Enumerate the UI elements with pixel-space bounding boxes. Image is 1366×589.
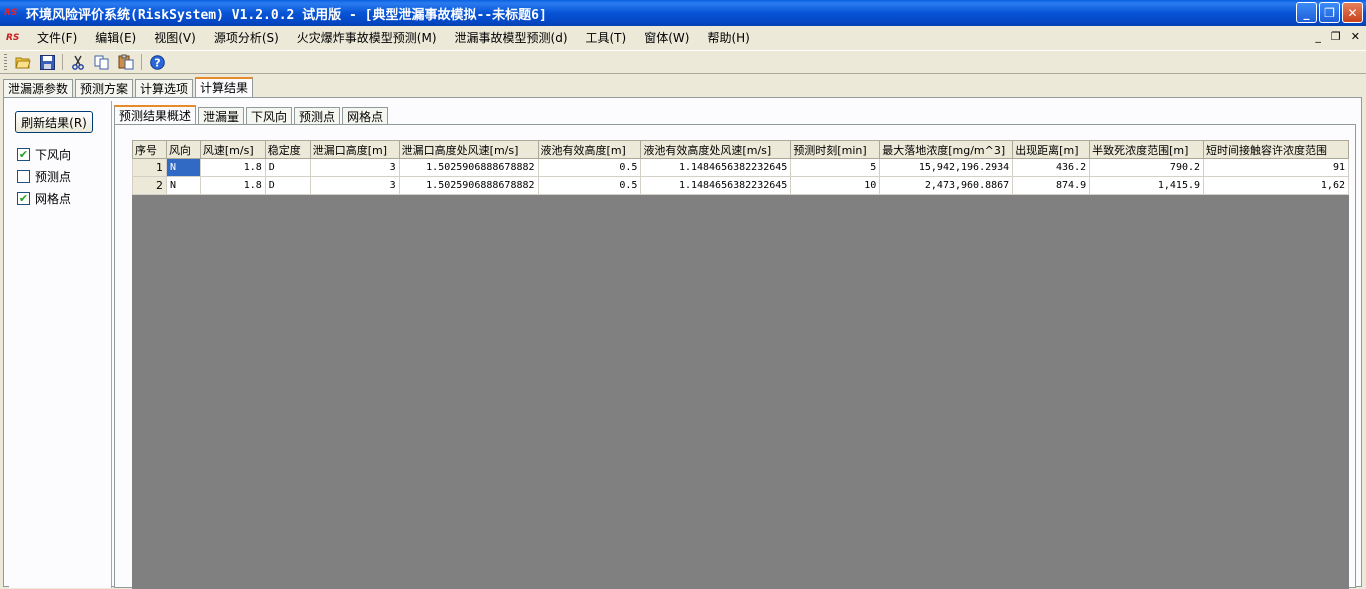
col-header[interactable]: 最大落地浓度[mg/m^3] [879, 140, 1014, 159]
tab-prediction-scheme[interactable]: 预测方案 [75, 79, 134, 98]
mdi-close-button[interactable]: ✕ [1351, 30, 1360, 43]
menu-source-analysis[interactable]: 源项分析(S) [205, 26, 288, 50]
menu-edit[interactable]: 编辑(E) [86, 26, 145, 50]
mdi-minimize-button[interactable]: _ [1315, 30, 1321, 43]
cell-stel-range[interactable]: 91 [1203, 158, 1349, 177]
toolbar-separator [141, 54, 142, 70]
col-header[interactable]: 稳定度 [264, 140, 311, 159]
svg-text:?: ? [154, 56, 160, 69]
col-header[interactable]: 出现距离[m] [1012, 140, 1091, 159]
table-row[interactable]: 2 N 1.8 D 3 1.5025906888678882 0.5 1.148… [132, 176, 1349, 195]
outer-tab-strip: 泄漏源参数 预测方案 计算选项 计算结果 [3, 77, 255, 98]
cell-stability[interactable]: D [264, 176, 311, 195]
col-header[interactable]: 预测时刻[min] [790, 140, 881, 159]
menu-bar: RS 文件(F) 编辑(E) 视图(V) 源项分析(S) 火灾爆炸事故模型预测(… [0, 26, 1366, 50]
col-header[interactable]: 液池有效高度处风速[m/s] [640, 140, 792, 159]
cell-stel-range[interactable]: 1,62 [1203, 176, 1349, 195]
toolbar-separator [62, 54, 63, 70]
cell-pool-height-wind[interactable]: 1.1484656382232645 [640, 158, 792, 177]
col-header[interactable]: 泄漏口高度处风速[m/s] [398, 140, 539, 159]
results-table: 序号 风向 风速[m/s] 稳定度 泄漏口高度[m] 泄漏口高度处风速[m/s]… [132, 140, 1349, 195]
cell-prediction-time[interactable]: 5 [790, 158, 881, 177]
tab-results-overview[interactable]: 预测结果概述 [114, 105, 197, 126]
col-header[interactable]: 短时间接触容许浓度范围 [1203, 140, 1349, 159]
menu-help[interactable]: 帮助(H) [698, 26, 758, 50]
cell-wind-speed[interactable]: 1.8 [199, 176, 266, 195]
cell-leak-height[interactable]: 3 [309, 158, 400, 177]
cell-stability[interactable]: D [264, 158, 311, 177]
app-logo-icon: RS [4, 8, 18, 18]
paste-icon[interactable] [117, 53, 135, 71]
cell-max-concentration[interactable]: 15,942,196.2934 [879, 158, 1014, 177]
toolbar: ? [0, 50, 1366, 74]
results-panel: 刷新结果(R) ✔ 下风向 预测点 ✔ 网格点 预测结果概述 泄漏量 下风向 预… [3, 97, 1362, 589]
cell-distance[interactable]: 874.9 [1012, 176, 1091, 195]
cell-lc50-range[interactable]: 1,415.9 [1089, 176, 1205, 195]
open-folder-icon[interactable] [14, 53, 32, 71]
col-header[interactable]: 风向 [165, 140, 201, 159]
col-header[interactable]: 液池有效高度[m] [537, 140, 642, 159]
cell-pool-height-wind[interactable]: 1.1484656382232645 [640, 176, 792, 195]
cell-pool-height[interactable]: 0.5 [537, 176, 642, 195]
checkbox-prediction-point-row[interactable]: 预测点 [17, 168, 71, 185]
menu-window[interactable]: 窗体(W) [635, 26, 698, 50]
restore-button[interactable]: ❐ [1319, 2, 1340, 23]
checkbox-prediction-point[interactable] [17, 170, 30, 183]
checkbox-grid-point-row[interactable]: ✔ 网格点 [17, 190, 71, 207]
cell-pool-height[interactable]: 0.5 [537, 158, 642, 177]
menu-file[interactable]: 文件(F) [28, 26, 86, 50]
menu-view[interactable]: 视图(V) [145, 26, 205, 50]
menu-tools[interactable]: 工具(T) [577, 26, 636, 50]
tab-calc-options[interactable]: 计算选项 [135, 79, 194, 98]
checkbox-grid-point[interactable]: ✔ [17, 192, 30, 205]
cell-max-concentration[interactable]: 2,473,960.8867 [879, 176, 1014, 195]
save-icon[interactable] [38, 53, 56, 71]
overview-panel: 序号 风向 风速[m/s] 稳定度 泄漏口高度[m] 泄漏口高度处风速[m/s]… [114, 124, 1356, 589]
tab-calc-results[interactable]: 计算结果 [195, 77, 254, 98]
toolbar-grip[interactable] [4, 54, 7, 70]
cell-wind-direction[interactable]: N [165, 176, 201, 195]
col-header[interactable]: 泄漏口高度[m] [309, 140, 400, 159]
col-header[interactable]: 风速[m/s] [199, 140, 266, 159]
menu-leak-prediction[interactable]: 泄漏事故模型预测(d) [446, 26, 577, 50]
checkbox-downwind-row[interactable]: ✔ 下风向 [17, 146, 71, 163]
help-icon[interactable]: ? [148, 53, 166, 71]
row-number[interactable]: 1 [132, 158, 167, 177]
col-header[interactable]: 序号 [132, 140, 167, 159]
cell-distance[interactable]: 436.2 [1012, 158, 1091, 177]
cut-icon[interactable] [69, 53, 87, 71]
minimize-button[interactable]: _ [1296, 2, 1317, 23]
tab-leak-source-params[interactable]: 泄漏源参数 [3, 79, 74, 98]
checkbox-grid-point-label: 网格点 [35, 192, 72, 206]
cell-wind-speed[interactable]: 1.8 [199, 158, 266, 177]
cell-leak-height[interactable]: 3 [309, 176, 400, 195]
row-number[interactable]: 2 [132, 176, 167, 195]
results-grid[interactable]: 序号 风向 风速[m/s] 稳定度 泄漏口高度[m] 泄漏口高度处风速[m/s]… [132, 140, 1349, 589]
checkbox-prediction-point-label: 预测点 [35, 170, 72, 184]
mdi-doc-icon[interactable]: RS [6, 33, 28, 43]
checkbox-downwind-label: 下风向 [35, 148, 72, 162]
cell-lc50-range[interactable]: 790.2 [1089, 158, 1205, 177]
inner-tab-strip: 预测结果概述 泄漏量 下风向 预测点 网格点 [114, 105, 390, 126]
cell-wind-direction[interactable]: N [165, 158, 201, 177]
cell-leak-height-wind[interactable]: 1.5025906888678882 [398, 158, 539, 177]
window-title: 环境风险评价系统(RiskSystem) V1.2.0.2 试用版 - [典型泄… [26, 7, 547, 23]
mdi-controls: _ ❐ ✕ [1315, 30, 1360, 43]
copy-icon[interactable] [93, 53, 111, 71]
cell-prediction-time[interactable]: 10 [790, 176, 881, 195]
window-controls: _ ❐ ✕ [1296, 2, 1363, 23]
title-bar: RS 环境风险评价系统(RiskSystem) V1.2.0.2 试用版 - [… [0, 0, 1366, 26]
checkbox-downwind[interactable]: ✔ [17, 148, 30, 161]
close-button[interactable]: ✕ [1342, 2, 1363, 23]
cell-leak-height-wind[interactable]: 1.5025906888678882 [398, 176, 539, 195]
table-row[interactable]: 1 N 1.8 D 3 1.5025906888678882 0.5 1.148… [132, 158, 1349, 177]
mdi-restore-button[interactable]: ❐ [1331, 30, 1341, 43]
result-filter-pane: 刷新结果(R) ✔ 下风向 预测点 ✔ 网格点 [9, 101, 112, 588]
col-header[interactable]: 半致死浓度范围[m] [1089, 140, 1205, 159]
menu-fire-explosion[interactable]: 火灾爆炸事故模型预测(M) [288, 26, 446, 50]
refresh-results-button[interactable]: 刷新结果(R) [15, 111, 93, 133]
table-header-row: 序号 风向 风速[m/s] 稳定度 泄漏口高度[m] 泄漏口高度处风速[m/s]… [132, 140, 1349, 159]
